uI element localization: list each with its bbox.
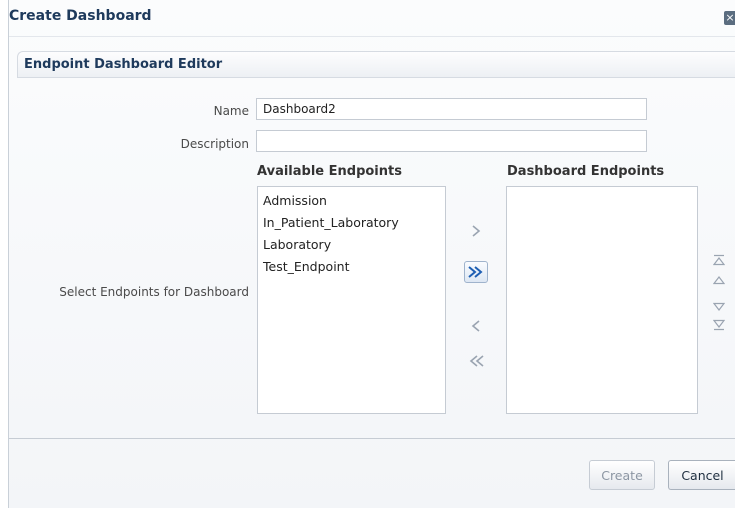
move-button[interactable] — [464, 220, 488, 242]
move-to-bottom-icon — [713, 319, 725, 331]
panel-header: Endpoint Dashboard Editor — [17, 51, 735, 78]
description-input[interactable] — [256, 130, 647, 152]
remove-all-button[interactable] — [464, 350, 488, 372]
available-endpoints-list[interactable]: Admission In_Patient_Laboratory Laborato… — [257, 186, 446, 414]
panel-title: Endpoint Dashboard Editor — [24, 57, 223, 72]
move-to-top-icon — [713, 254, 725, 266]
cancel-button[interactable]: Cancel — [668, 460, 735, 490]
chevron-left-icon — [471, 320, 480, 332]
dialog-title-bar: Create Dashboard × — [9, 0, 735, 37]
close-icon[interactable]: × — [724, 11, 735, 25]
dashboard-endpoints-header: Dashboard Endpoints — [507, 164, 665, 179]
remove-button[interactable] — [464, 315, 488, 337]
list-item[interactable]: Laboratory — [258, 234, 445, 256]
available-endpoints-header: Available Endpoints — [257, 164, 402, 179]
create-dashboard-dialog: Create Dashboard × Endpoint Dashboard Ed… — [8, 0, 735, 508]
chevron-right-icon — [472, 225, 481, 237]
move-down-icon — [713, 302, 725, 311]
list-item[interactable]: Admission — [258, 190, 445, 212]
move-to-bottom-button[interactable] — [712, 318, 726, 332]
name-label: Name — [213, 104, 249, 118]
list-item[interactable]: In_Patient_Laboratory — [258, 212, 445, 234]
name-input[interactable] — [256, 98, 647, 120]
description-label: Description — [180, 137, 249, 151]
double-chevron-left-icon — [469, 355, 484, 367]
double-chevron-right-icon — [468, 266, 483, 278]
select-endpoints-label: Select Endpoints for Dashboard — [59, 285, 249, 299]
create-button[interactable]: Create — [589, 460, 655, 490]
move-down-button[interactable] — [712, 300, 726, 314]
move-up-button[interactable] — [712, 273, 726, 287]
dialog-title: Create Dashboard — [9, 8, 152, 24]
move-up-icon — [713, 276, 725, 285]
move-to-top-button[interactable] — [712, 253, 726, 267]
list-item[interactable]: Test_Endpoint — [258, 256, 445, 278]
move-all-button[interactable] — [464, 261, 488, 283]
footer-divider — [9, 438, 735, 439]
dashboard-endpoints-list[interactable] — [506, 186, 698, 414]
